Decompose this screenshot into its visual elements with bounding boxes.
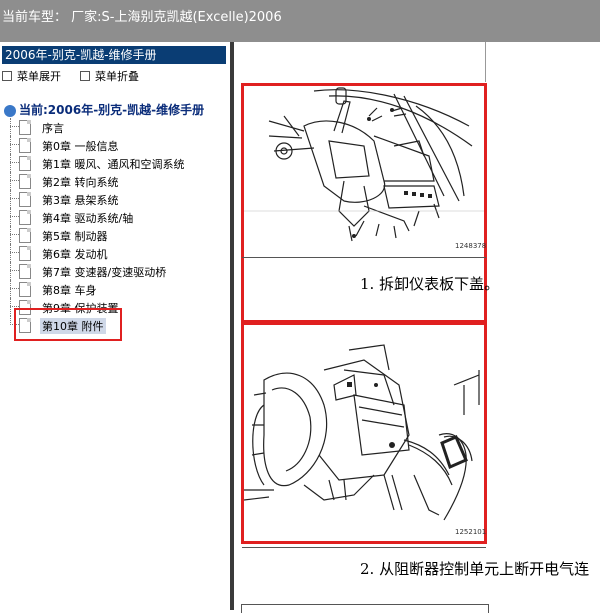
row-separator: [242, 547, 486, 548]
collapse-menu-button[interactable]: 菜单折叠: [80, 68, 139, 84]
document-icon: [19, 192, 31, 207]
expand-menu-button[interactable]: 菜单展开: [2, 68, 61, 84]
document-icon: [19, 228, 31, 243]
book-globe-icon: [4, 104, 16, 117]
tree-item-chapter-1[interactable]: 第1章 暖风、通风和空调系统: [0, 154, 230, 172]
document-icon: [19, 282, 31, 297]
expand-icon: [2, 71, 12, 81]
tree-root[interactable]: 当前:2006年-别克-凯越-维修手册: [4, 101, 204, 118]
step-1-text: 1. 拆卸仪表板下盖。: [360, 275, 500, 293]
document-icon: [19, 246, 31, 261]
tree-item-chapter-7[interactable]: 第7章 变速器/变速驱动桥: [0, 262, 230, 280]
document-icon: [19, 210, 31, 225]
tree-item-chapter-6[interactable]: 第6章 发动机: [0, 244, 230, 262]
document-icon: [19, 120, 31, 135]
document-icon: [19, 138, 31, 153]
highlight-box: [14, 308, 122, 341]
menu-operations: 菜单展开 菜单折叠: [2, 68, 139, 84]
tree-item-preface[interactable]: 序言: [0, 118, 230, 136]
next-figure-panel: [241, 604, 489, 613]
manual-title: 2006年-别克-凯越-维修手册: [2, 46, 226, 64]
tree-item-chapter-4[interactable]: 第4章 驱动系统/轴: [0, 208, 230, 226]
tree-item-chapter-2[interactable]: 第2章 转向系统: [0, 172, 230, 190]
document-icon: [19, 264, 31, 279]
figure-number: 1248378: [455, 242, 487, 250]
steering-column-illustration: [244, 87, 484, 242]
collapse-icon: [80, 71, 90, 81]
immobilizer-control-unit-illustration: [244, 344, 480, 521]
step-2-text: 2. 从阻断器控制单元上断开电气连: [360, 560, 590, 578]
document-icon: [19, 174, 31, 189]
page-edge: [485, 42, 486, 82]
document-icon: [19, 156, 31, 171]
figure-panel-2: 1252101: [241, 322, 487, 544]
tree-item-chapter-3[interactable]: 第3章 悬架系统: [0, 190, 230, 208]
tree-item-chapter-5[interactable]: 第5章 制动器: [0, 226, 230, 244]
row-separator: [242, 257, 486, 258]
vehicle-model-label: 当前车型： 厂家:S-上海别克凯越(Excelle)2006: [2, 10, 282, 25]
figure-number: 1252101: [455, 528, 487, 536]
tree-item-chapter-0[interactable]: 第0章 一般信息: [0, 136, 230, 154]
tree-item-chapter-8[interactable]: 第8章 车身: [0, 280, 230, 298]
title-bar: 当前车型： 厂家:S-上海别克凯越(Excelle)2006: [0, 0, 600, 42]
